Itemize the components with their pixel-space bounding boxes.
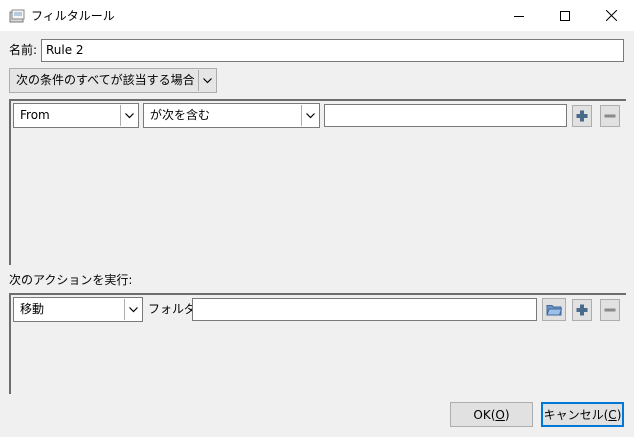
cancel-button-accel: C — [608, 407, 617, 422]
close-button[interactable] — [588, 0, 634, 31]
cancel-button-label: キャンセル( — [543, 408, 609, 422]
condition-operator-value: が次を含む — [150, 108, 211, 122]
condition-value-input[interactable] — [324, 104, 567, 127]
minimize-button[interactable] — [496, 0, 542, 31]
add-condition-button[interactable] — [572, 105, 592, 127]
plus-icon — [576, 304, 588, 316]
minus-icon — [604, 114, 616, 118]
minimize-icon — [514, 15, 524, 17]
browse-folder-button[interactable] — [542, 298, 566, 321]
ok-button-accel: O — [495, 407, 505, 422]
chevron-down-icon — [124, 112, 134, 118]
folder-input[interactable] — [192, 298, 537, 321]
folder-icon — [546, 305, 562, 316]
add-action-button[interactable] — [572, 299, 592, 321]
action-type-value: 移動 — [20, 302, 45, 316]
action-type-dropdown[interactable]: 移動 — [13, 297, 143, 322]
maximize-button[interactable] — [542, 0, 588, 31]
match-mode-value: 次の条件のすべてが該当する場合 — [16, 73, 195, 87]
minus-icon — [604, 308, 616, 312]
chevron-down-icon — [202, 77, 212, 83]
chevron-down-icon — [305, 112, 315, 118]
condition-field-dropdown-button[interactable] — [120, 105, 137, 126]
ok-button[interactable]: OK(O) — [450, 402, 533, 427]
chevron-down-icon — [128, 306, 138, 312]
cancel-button[interactable]: キャンセル(C) — [541, 402, 624, 427]
condition-operator-dropdown[interactable]: が次を含む — [143, 103, 320, 128]
remove-condition-button[interactable] — [600, 105, 620, 127]
close-icon — [605, 10, 617, 21]
name-input[interactable]: Rule 2 — [41, 39, 624, 62]
maximize-icon — [560, 10, 570, 21]
remove-action-button[interactable] — [600, 299, 620, 321]
plus-icon — [576, 110, 588, 122]
ok-button-label: OK( — [473, 407, 496, 422]
name-label: 名前: — [9, 43, 38, 57]
app-icon — [9, 9, 25, 23]
actions-label: 次のアクションを実行: — [9, 273, 133, 287]
match-mode-dropdown-button[interactable] — [198, 70, 215, 91]
condition-operator-dropdown-button[interactable] — [301, 105, 318, 126]
action-type-dropdown-button[interactable] — [124, 299, 141, 320]
condition-field-value: From — [20, 108, 50, 122]
condition-field-dropdown[interactable]: From — [13, 103, 139, 128]
match-mode-dropdown[interactable]: 次の条件のすべてが該当する場合 — [9, 68, 217, 93]
window-title: フィルタルール — [31, 9, 115, 23]
cancel-button-label-end: ) — [616, 407, 622, 422]
ok-button-label-end: ) — [504, 407, 510, 422]
